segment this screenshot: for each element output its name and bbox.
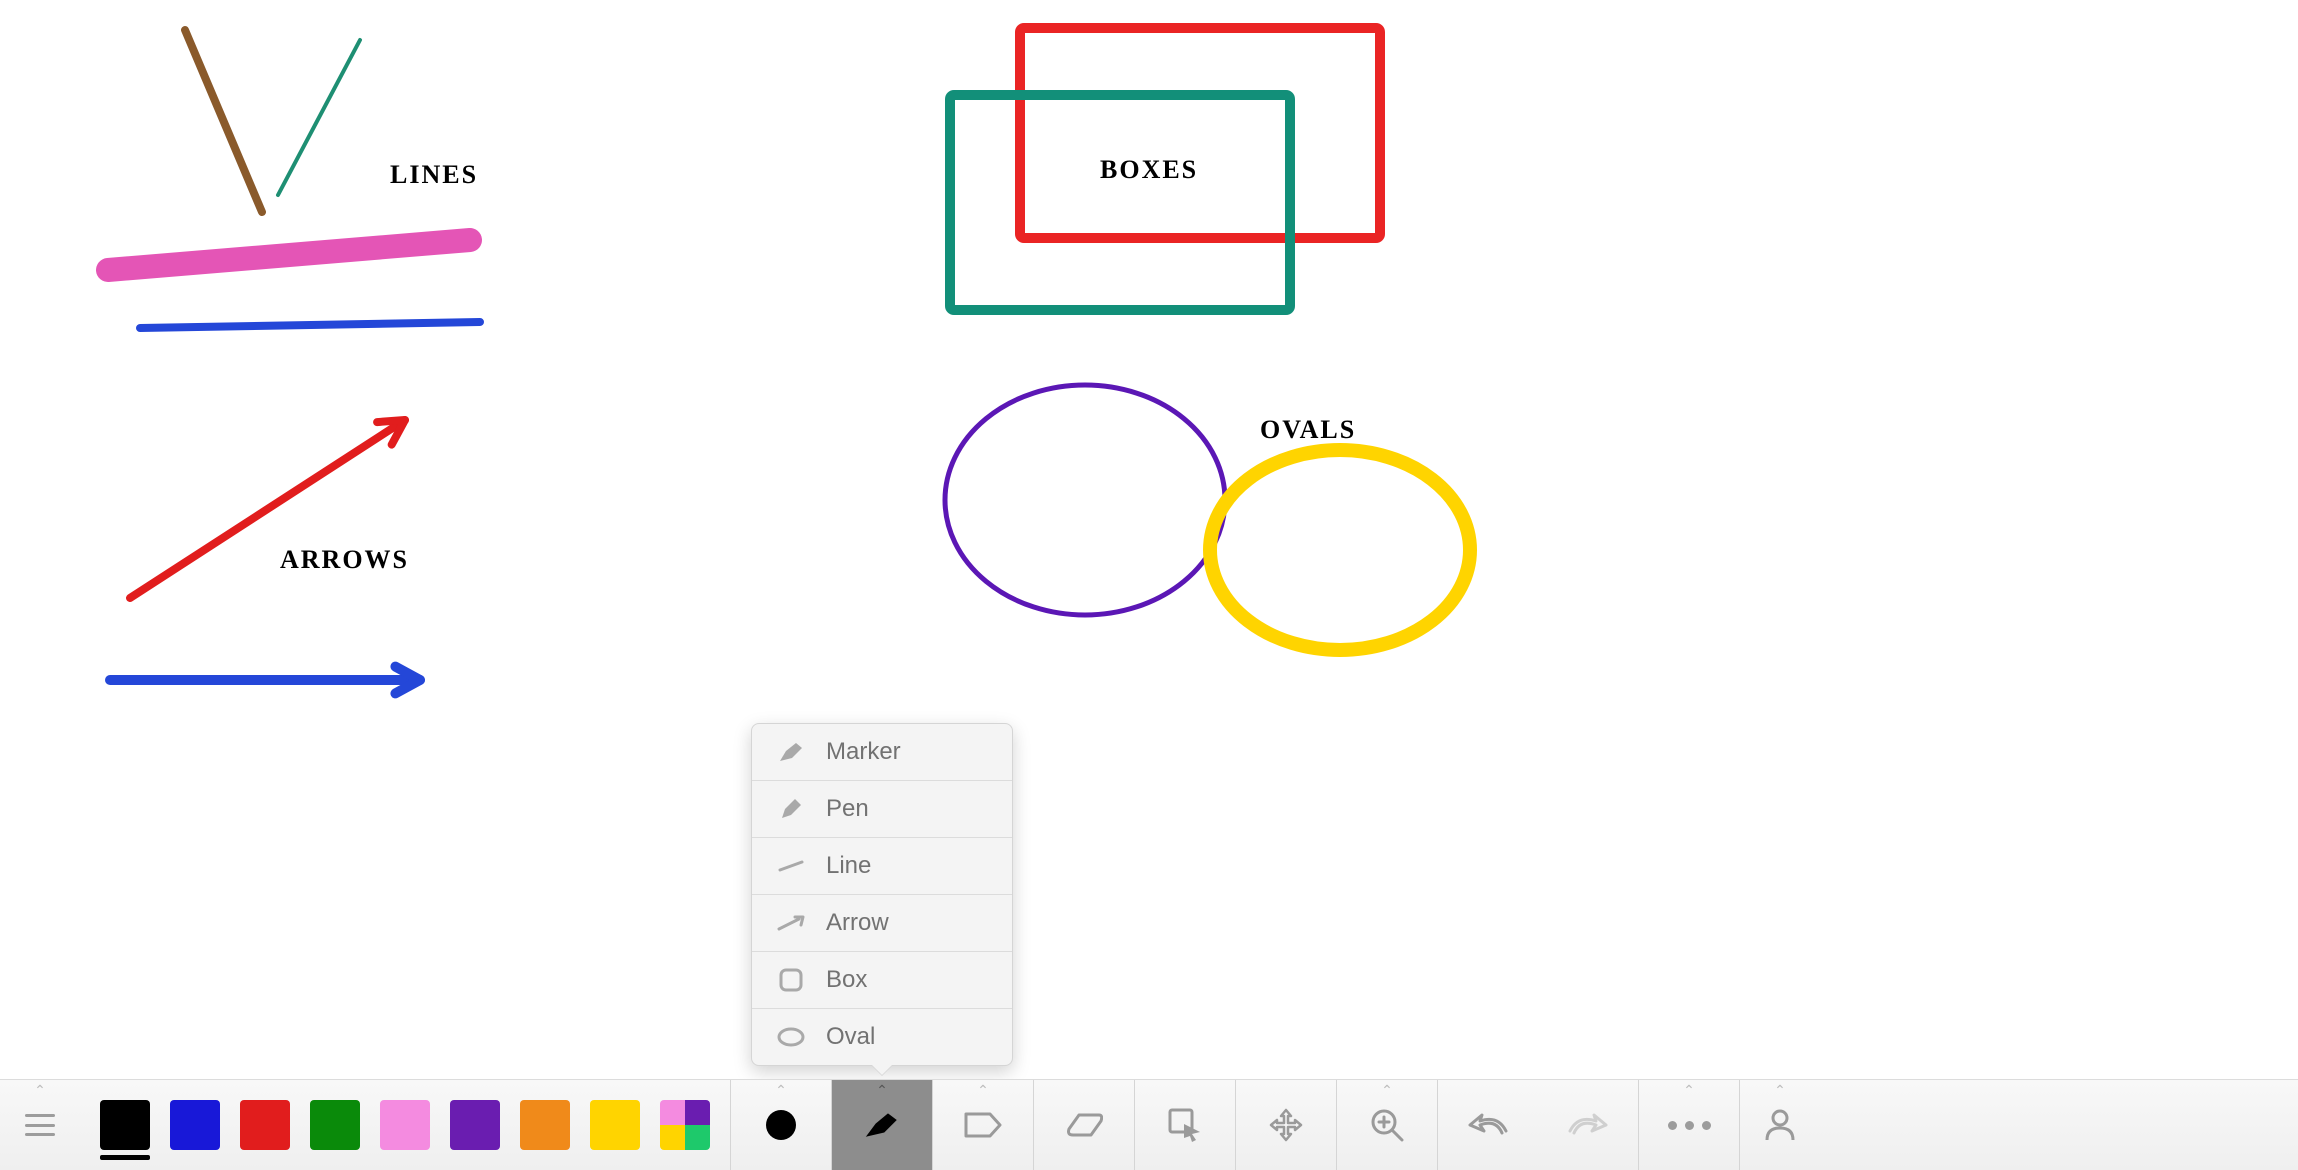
color-swatch[interactable]: [170, 1100, 220, 1150]
label-arrows: Arrows: [280, 545, 409, 575]
hamburger-icon: [25, 1114, 55, 1136]
pen-icon: [776, 797, 806, 821]
label-boxes: Boxes: [1100, 155, 1198, 185]
brush-size-button[interactable]: ⌃: [731, 1080, 831, 1170]
tool-option-label: Arrow: [826, 909, 889, 937]
color-swatch[interactable]: [240, 1100, 290, 1150]
line-icon: [776, 860, 806, 872]
marker-icon: [776, 741, 806, 763]
drawing-tool-button[interactable]: ⌃: [832, 1080, 932, 1170]
tool-option-arrow[interactable]: Arrow: [752, 895, 1012, 952]
label-lines: Lines: [390, 160, 478, 190]
tool-option-oval[interactable]: Oval: [752, 1009, 1012, 1065]
tool-popup: Marker Pen Line Arrow Box Oval: [751, 723, 1013, 1066]
tool-option-label: Oval: [826, 1023, 875, 1051]
profile-icon: [1764, 1108, 1796, 1142]
tool-option-marker[interactable]: Marker: [752, 724, 1012, 781]
tool-option-label: Marker: [826, 738, 901, 766]
move-icon: [1269, 1108, 1303, 1142]
undo-icon: [1468, 1111, 1508, 1139]
tool-option-label: Box: [826, 966, 867, 994]
tool-option-label: Line: [826, 852, 871, 880]
redo-icon: [1568, 1111, 1608, 1139]
eraser-icon: [1065, 1111, 1103, 1139]
box-icon: [776, 967, 806, 993]
tool-option-box[interactable]: Box: [752, 952, 1012, 1009]
menu-button[interactable]: ⌃: [0, 1080, 80, 1170]
tag-icon: [964, 1110, 1002, 1140]
cursor-select-icon: [1168, 1108, 1202, 1142]
tool-option-pen[interactable]: Pen: [752, 781, 1012, 838]
color-swatch[interactable]: [450, 1100, 500, 1150]
tool-option-label: Pen: [826, 795, 869, 823]
oval-icon: [776, 1026, 806, 1048]
tag-tool-button[interactable]: ⌃: [933, 1080, 1033, 1170]
toolbar: ⌃ ⌃ ⌃ ⌃: [0, 1079, 2298, 1170]
select-button[interactable]: [1135, 1080, 1235, 1170]
more-button[interactable]: ⌃: [1639, 1080, 1739, 1170]
more-icon: [1668, 1121, 1711, 1130]
zoom-button[interactable]: ⌃: [1337, 1080, 1437, 1170]
arrow-icon: [776, 915, 806, 931]
eraser-button[interactable]: [1034, 1080, 1134, 1170]
marker-icon: [864, 1110, 900, 1140]
color-palette: [80, 1080, 730, 1170]
color-swatch[interactable]: [520, 1100, 570, 1150]
color-picker-button[interactable]: [660, 1100, 710, 1150]
color-swatch[interactable]: [380, 1100, 430, 1150]
tool-option-line[interactable]: Line: [752, 838, 1012, 895]
redo-button[interactable]: [1538, 1080, 1638, 1170]
brush-dot-icon: [766, 1110, 796, 1140]
color-swatch[interactable]: [310, 1100, 360, 1150]
color-swatch[interactable]: [100, 1100, 150, 1150]
zoom-in-icon: [1369, 1107, 1405, 1143]
color-swatch[interactable]: [590, 1100, 640, 1150]
label-ovals: Ovals: [1260, 415, 1356, 445]
profile-button[interactable]: ⌃: [1740, 1080, 1820, 1170]
undo-button[interactable]: [1438, 1080, 1538, 1170]
move-button[interactable]: [1236, 1080, 1336, 1170]
whiteboard-canvas[interactable]: Lines Arrows Boxes Ovals: [0, 0, 2298, 1080]
